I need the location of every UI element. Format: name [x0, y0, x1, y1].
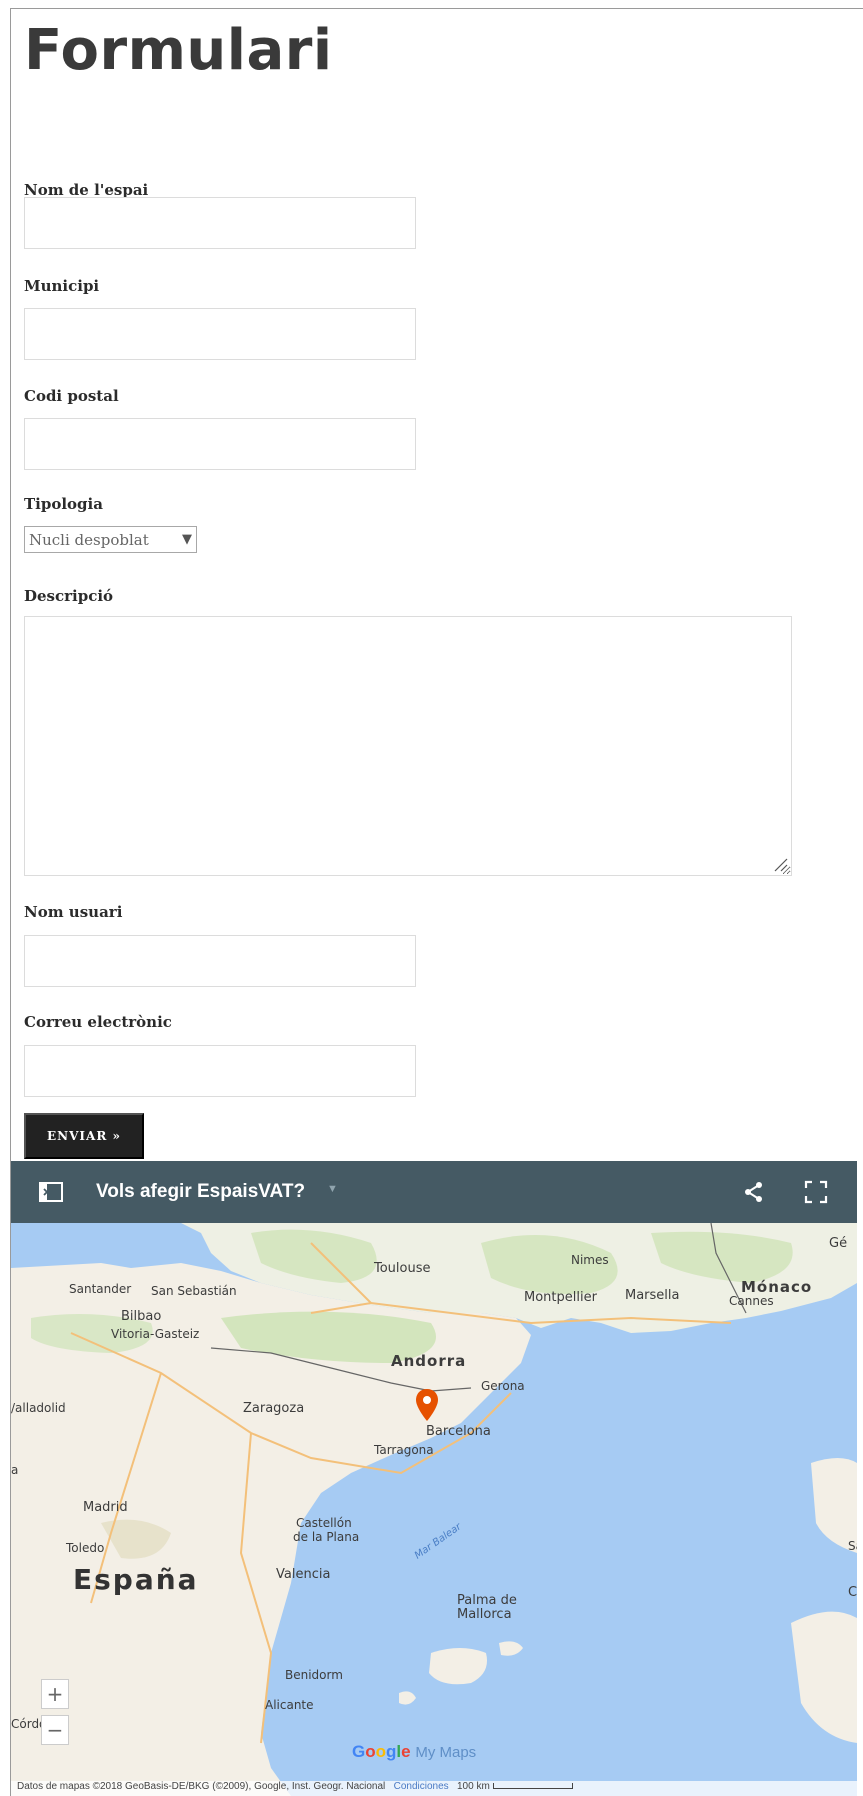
- location-pin-icon[interactable]: [415, 1388, 439, 1422]
- map-label-a: a: [11, 1463, 19, 1477]
- embedded-map[interactable]: Vols afegir EspaisVAT? ▼ Gé Santander Sa…: [11, 1161, 857, 1796]
- conditions-link[interactable]: Condiciones: [394, 1781, 449, 1792]
- map-label-valladolid: /alladolid: [11, 1401, 66, 1415]
- map-label-bilbao: Bilbao: [121, 1309, 162, 1324]
- map-label-palma: Palma de: [457, 1593, 517, 1608]
- map-attribution: Datos de mapas ©2018 GeoBasis-DE/BKG (©2…: [11, 1781, 857, 1796]
- space-name-input[interactable]: [24, 197, 416, 249]
- typology-label: Tipologia: [24, 495, 103, 513]
- map-label-santander: Santander: [69, 1282, 132, 1296]
- map-label-madrid: Madrid: [83, 1500, 128, 1515]
- fullscreen-icon[interactable]: [802, 1178, 830, 1206]
- map-label-tarragona: Tarragona: [374, 1443, 434, 1457]
- map-label-san-sebastian: San Sebastián: [151, 1284, 237, 1298]
- municipality-label: Municipi: [24, 277, 100, 295]
- map-label-zaragoza: Zaragoza: [243, 1401, 305, 1416]
- map-label-toulouse: Toulouse: [374, 1261, 431, 1276]
- chevron-down-icon: ▼: [182, 532, 192, 547]
- email-label: Correu electrònic: [24, 1013, 172, 1031]
- map-label-c: C: [848, 1585, 857, 1600]
- map-title-dropdown-icon[interactable]: ▼: [327, 1183, 338, 1195]
- typology-selected-value: Nucli despoblat: [29, 530, 149, 549]
- my-maps-label: My Maps: [415, 1744, 477, 1761]
- map-label-vitoria: Vitoria-Gasteiz: [111, 1327, 200, 1341]
- description-textarea[interactable]: [24, 616, 792, 876]
- email-input[interactable]: [24, 1045, 416, 1097]
- map-label-andorra: Andorra: [391, 1352, 467, 1370]
- zoom-out-button[interactable]: −: [41, 1715, 69, 1745]
- map-label-gen: Gé: [829, 1236, 848, 1251]
- map-label-espana: España: [73, 1563, 199, 1596]
- map-label-barcelona: Barcelona: [426, 1424, 491, 1439]
- username-input[interactable]: [24, 935, 416, 987]
- sidebar-toggle-icon[interactable]: [37, 1178, 65, 1206]
- map-label-castellon: Castellón: [296, 1516, 352, 1530]
- map-label-valencia: Valencia: [276, 1567, 331, 1582]
- submit-button[interactable]: ENVIAR »: [24, 1113, 144, 1159]
- map-label-toledo: Toledo: [66, 1541, 105, 1555]
- share-icon[interactable]: [740, 1178, 768, 1206]
- attribution-text: Datos de mapas ©2018 GeoBasis-DE/BKG (©2…: [17, 1781, 386, 1792]
- description-label: Descripció: [24, 587, 114, 605]
- map-title: Vols afegir EspaisVAT?: [96, 1181, 306, 1202]
- page-title: Formulari: [24, 18, 333, 83]
- map-label-mallorca: Mallorca: [457, 1607, 512, 1622]
- municipality-input[interactable]: [24, 308, 416, 360]
- username-label: Nom usuari: [24, 903, 123, 921]
- postal-code-label: Codi postal: [24, 387, 119, 405]
- map-label-montpellier: Montpellier: [524, 1290, 597, 1305]
- map-label-de-la-plana: de la Plana: [293, 1530, 360, 1544]
- scale-bar: [492, 1783, 573, 1790]
- postal-code-input[interactable]: [24, 418, 416, 470]
- scale-label: 100 km: [457, 1781, 490, 1792]
- map-label-gerona: Gerona: [481, 1379, 525, 1393]
- map-label-marsella: Marsella: [625, 1288, 680, 1303]
- map-label-sar: Sar: [848, 1539, 857, 1553]
- map-header: Vols afegir EspaisVAT? ▼: [11, 1161, 857, 1223]
- resize-grip-icon[interactable]: [771, 855, 789, 873]
- zoom-in-button[interactable]: +: [41, 1679, 69, 1709]
- map-label-alicante: Alicante: [265, 1698, 314, 1712]
- map-label-nimes: Nimes: [571, 1253, 609, 1267]
- map-label-benidorm: Benidorm: [285, 1668, 343, 1682]
- map-label-cannes: Cannes: [729, 1294, 774, 1308]
- google-my-maps-logo: Google My Maps: [352, 1742, 477, 1761]
- typology-select[interactable]: Nucli despoblat ▼: [24, 526, 197, 553]
